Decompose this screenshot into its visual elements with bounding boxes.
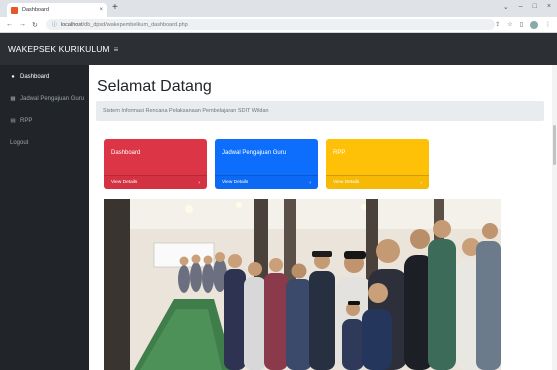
new-tab-button[interactable]: +: [112, 2, 118, 13]
url-input[interactable]: ⓘ localhost /db_dpsd/wakepembelkum_dashb…: [45, 19, 496, 30]
url-path: /db_dpsd/wakepembelkum_dashboard.php: [82, 21, 188, 28]
sidebar-item-label: Jadwal Pengajuan Guru: [20, 96, 85, 102]
file-icon: ▤: [10, 118, 16, 124]
top-navbar: WAKEPSEK KURIKULUM ≡: [0, 33, 557, 65]
sidebar: ● Dashboard ▦ Jadwal Pengajuan Guru ▤ RP…: [0, 65, 89, 370]
url-host: localhost: [60, 21, 83, 28]
sidebar-item-dashboard[interactable]: ● Dashboard: [0, 66, 89, 88]
sidebar-item-label: Dashboard: [20, 74, 50, 80]
tab-search-icon[interactable]: ⌄: [503, 3, 509, 11]
browser-tab[interactable]: Dashboard ×: [7, 3, 107, 17]
tab-title: Dashboard: [22, 7, 49, 13]
main-content: Selamat Datang Sistem Informasi Rencana …: [89, 65, 557, 370]
sidebar-item-label: Logout: [10, 140, 29, 146]
card-title: RPP: [333, 150, 346, 156]
page-title: Selamat Datang: [97, 78, 212, 95]
card-link-label: View Details: [222, 180, 249, 185]
hero-photo: [104, 199, 501, 370]
subtitle-text: Sistem Informasi Rencana Pelaksanaan Pem…: [103, 108, 269, 114]
sidebar-item-logout[interactable]: Logout: [0, 132, 89, 154]
browser-toolbar-icons: ⇪ ☆ ▯ ⋮: [495, 20, 551, 29]
card-dashboard: Dashboard View Details ›: [104, 139, 207, 189]
tab-close-icon[interactable]: ×: [99, 7, 103, 13]
card-view-details-link[interactable]: View Details ›: [326, 175, 429, 189]
praying-students-image: [104, 199, 501, 370]
site-info-icon[interactable]: ⓘ: [52, 21, 57, 28]
minimize-button[interactable]: –: [519, 3, 523, 11]
sidebar-item-jadwal[interactable]: ▦ Jadwal Pengajuan Guru: [0, 88, 89, 110]
browser-tab-bar: Dashboard × + ⌄ – □ ×: [0, 0, 557, 17]
page-scrollbar[interactable]: [552, 65, 557, 370]
chevron-right-icon: ›: [309, 179, 311, 186]
address-bar-row: ← → ↻ ⓘ localhost /db_dpsd/wakepembelkum…: [0, 17, 557, 33]
card-link-label: View Details: [111, 180, 138, 185]
chevron-right-icon: ›: [198, 179, 200, 186]
chevron-right-icon: ›: [420, 179, 422, 186]
card-rpp: RPP View Details ›: [326, 139, 429, 189]
dashboard-icon: ●: [11, 74, 15, 80]
card-title: Jadwal Pengajuan Guru: [222, 150, 287, 156]
scrollbar-thumb[interactable]: [553, 125, 556, 165]
menu-icon[interactable]: ⋮: [545, 21, 551, 29]
profile-avatar[interactable]: [530, 20, 538, 29]
card-link-label: View Details: [333, 180, 360, 185]
back-icon[interactable]: ←: [6, 21, 13, 28]
card-title: Dashboard: [111, 150, 141, 156]
share-icon[interactable]: ⇪: [495, 21, 500, 29]
forward-icon[interactable]: →: [19, 21, 26, 28]
sidebar-toggle-icon[interactable]: ≡: [114, 45, 119, 54]
breadcrumb: Sistem Informasi Rencana Pelaksanaan Pem…: [96, 101, 544, 121]
card-view-details-link[interactable]: View Details ›: [215, 175, 318, 189]
close-window-button[interactable]: ×: [547, 3, 551, 11]
sidebar-item-rpp[interactable]: ▤ RPP: [0, 110, 89, 132]
favicon-icon: [11, 6, 18, 14]
bookmark-icon[interactable]: ☆: [507, 21, 512, 29]
card-view-details-link[interactable]: View Details ›: [104, 175, 207, 189]
calendar-icon: ▦: [10, 96, 16, 102]
brand-title[interactable]: WAKEPSEK KURIKULUM: [8, 44, 110, 54]
sidebar-item-label: RPP: [20, 118, 33, 124]
sidepanel-icon[interactable]: ▯: [520, 21, 523, 29]
reload-icon[interactable]: ↻: [32, 21, 38, 29]
maximize-button[interactable]: □: [533, 3, 537, 11]
card-jadwal: Jadwal Pengajuan Guru View Details ›: [215, 139, 318, 189]
window-controls: ⌄ – □ ×: [503, 3, 551, 11]
